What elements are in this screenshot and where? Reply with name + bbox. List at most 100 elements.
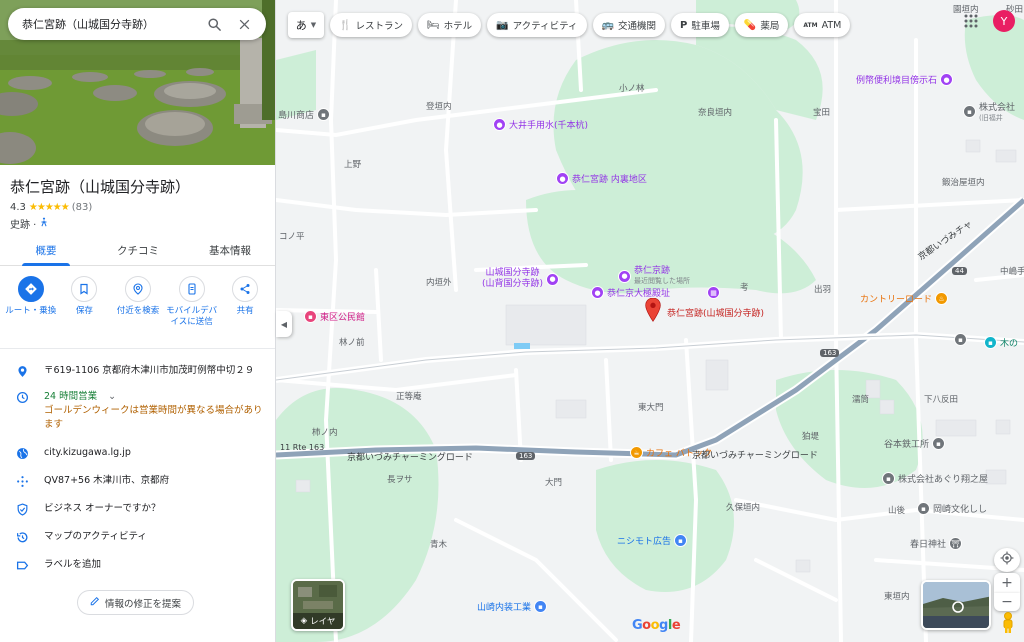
building-icon: ▪ bbox=[917, 502, 930, 515]
route-shield: 44 bbox=[952, 267, 967, 275]
chip-label: アクティビティ bbox=[512, 21, 578, 32]
zoom-in-button[interactable]: + bbox=[994, 573, 1020, 593]
poi-marker[interactable]: ▪ 木の bbox=[984, 336, 1018, 349]
poi-marker[interactable]: 例幣便利境目傍示石 ● bbox=[856, 73, 954, 86]
activity-row[interactable]: マップのアクティビティ bbox=[0, 530, 275, 544]
poi-marker[interactable]: ▪ bbox=[954, 333, 967, 346]
chip-label: ホテル bbox=[443, 21, 473, 32]
poi-label: 岡崎文化しし bbox=[933, 505, 988, 515]
search-icon[interactable] bbox=[202, 12, 226, 36]
location-pin-icon bbox=[0, 364, 44, 378]
hours-note: ゴールデンウィークは営業時間が異なる場合があります bbox=[44, 405, 263, 430]
area-label: 柿ノ内 bbox=[312, 428, 338, 438]
directions-button[interactable]: ルート・乗換 bbox=[4, 276, 58, 328]
plus-code-row[interactable]: QV87+56 木津川市、京都府 bbox=[0, 474, 275, 488]
selected-place-pin[interactable] bbox=[645, 297, 661, 325]
building-icon: ▪ bbox=[882, 472, 895, 485]
place-panel: 恭仁宮跡（山城国分寺跡） 恭仁宮跡（山城国分寺跡） 4.3 ★★★★★ (83)… bbox=[0, 0, 276, 642]
poi-label: 大井手用水(千本杭) bbox=[509, 121, 589, 131]
owner-text: ビジネス オーナーですか？ bbox=[44, 503, 161, 514]
poi-marker[interactable]: 島川商店 ▪ bbox=[278, 108, 331, 121]
rating-stars: ★★★★★ bbox=[28, 202, 70, 213]
chip-transit[interactable]: 🚌 交通機関 bbox=[592, 13, 665, 37]
pegman-icon[interactable] bbox=[998, 612, 1018, 634]
business-icon: ▪ bbox=[534, 600, 548, 613]
account-avatar[interactable]: Y bbox=[993, 10, 1015, 32]
suggest-edit-button[interactable]: 情報の修正を提案 bbox=[77, 590, 194, 615]
owner-row[interactable]: ビジネス オーナーですか？ bbox=[0, 502, 275, 516]
poi-marker[interactable]: 春日神社 ⛩ bbox=[910, 537, 963, 550]
poi-marker[interactable]: ニシモト広告 ▪ bbox=[617, 534, 688, 547]
website-row[interactable]: city.kizugawa.lg.jp bbox=[0, 446, 275, 460]
nearby-button[interactable]: 付近を検索 bbox=[111, 276, 165, 328]
input-method-button[interactable]: あ ▼ bbox=[288, 12, 324, 38]
shop-icon: ▪ bbox=[317, 108, 331, 121]
poi-marker[interactable]: カントリーロード ♨ bbox=[860, 292, 949, 305]
area-label: 山後 bbox=[888, 506, 906, 516]
poi-label: 株式会社 bbox=[979, 103, 1016, 113]
website-link[interactable]: city.kizugawa.lg.jp bbox=[44, 446, 275, 460]
chevron-down-icon: ▼ bbox=[310, 21, 317, 29]
share-button[interactable]: 共有 bbox=[218, 276, 272, 328]
area-label: コノ平 bbox=[279, 232, 305, 242]
poi-marker[interactable]: ▪ 東区公民館 bbox=[304, 310, 365, 323]
place-icon: ▪ bbox=[984, 336, 997, 349]
area-label: 長ヲサ bbox=[387, 475, 413, 485]
area-label: 出羽 bbox=[814, 285, 832, 295]
chip-pharmacy[interactable]: 💊 薬局 bbox=[734, 13, 789, 37]
poi-marker[interactable]: ▪ 岡崎文化しし bbox=[917, 502, 987, 515]
share-icon bbox=[232, 276, 259, 302]
address-row[interactable]: 〒619-1106 京都府木津川市加茂町例幣中切２９ bbox=[0, 364, 275, 378]
poi-label: ニシモト広告 bbox=[617, 537, 672, 547]
poi-marker[interactable]: 山崎内装工業 ▪ bbox=[477, 600, 548, 613]
rating-row[interactable]: 4.3 ★★★★★ (83) bbox=[10, 202, 92, 213]
search-input[interactable]: 恭仁宮跡（山城国分寺跡） bbox=[22, 16, 196, 32]
tab-about[interactable]: 基本情報 bbox=[184, 236, 275, 265]
shrine-icon: ⛩ bbox=[949, 537, 963, 550]
area-label: 鍛治屋垣内 bbox=[942, 178, 985, 188]
chip-atm[interactable]: ATM ATM bbox=[794, 13, 851, 37]
apps-grid-icon[interactable] bbox=[963, 13, 979, 29]
chevron-down-icon[interactable]: ⌄ bbox=[108, 391, 116, 402]
area-label: 狛堤 bbox=[802, 432, 820, 442]
my-location-button[interactable] bbox=[994, 548, 1020, 572]
crosshair-icon bbox=[1000, 551, 1014, 569]
send-to-phone-button[interactable]: モバイルデバイスに送信 bbox=[165, 276, 219, 328]
tab-reviews[interactable]: クチコミ bbox=[92, 236, 184, 265]
save-button[interactable]: 保存 bbox=[58, 276, 112, 328]
poi-marker[interactable]: 山城国分寺跡 (山背国分寺跡) ● bbox=[482, 268, 560, 290]
zoom-out-button[interactable]: − bbox=[994, 593, 1020, 611]
poi-marker[interactable]: ● 大井手用水(千本杭) bbox=[493, 118, 588, 131]
pencil-icon bbox=[90, 596, 100, 609]
poi-marker[interactable]: ● 恭仁京跡 最近閲覧した場所 bbox=[618, 266, 690, 286]
chip-activities[interactable]: 📷 アクティビティ bbox=[487, 13, 587, 37]
parking-icon: P bbox=[680, 19, 688, 31]
review-count[interactable]: (83) bbox=[72, 202, 93, 213]
poi-label: 木の bbox=[1000, 339, 1019, 349]
tab-overview[interactable]: 概要 bbox=[0, 236, 92, 266]
area-label: 東大門 bbox=[638, 403, 664, 413]
ime-label: あ bbox=[295, 19, 307, 32]
collapse-panel-button[interactable]: ◀ bbox=[276, 311, 292, 337]
chip-hotels[interactable]: 🛏 ホテル bbox=[417, 13, 482, 37]
poi-label: 島川商店 bbox=[278, 111, 315, 121]
poi-marker[interactable]: ▪ 株式会社あぐり翔之屋 bbox=[882, 472, 988, 485]
street-view-thumbnail bbox=[923, 582, 989, 628]
label-row[interactable]: ラベルを追加 bbox=[0, 558, 275, 572]
poi-marker[interactable]: 谷本鉄工所 ▪ bbox=[884, 437, 946, 450]
hours-row[interactable]: 24 時間営業 ⌄ ゴールデンウィークは営業時間が異なる場合があります bbox=[0, 390, 275, 432]
chip-label: レストラン bbox=[355, 21, 403, 32]
layers-button[interactable]: ◈ レイヤ bbox=[291, 579, 345, 631]
clock-icon bbox=[0, 390, 44, 404]
street-view-preview[interactable] bbox=[921, 580, 991, 630]
directions-icon bbox=[17, 276, 44, 302]
hours-text: 24 時間営業 bbox=[44, 391, 98, 402]
camera-icon: 📷 bbox=[496, 19, 509, 31]
poi-marker[interactable]: ▪ 株式会社 (旧福井 bbox=[963, 100, 1015, 123]
chip-restaurants[interactable]: 🍴 レストラン bbox=[330, 13, 412, 37]
close-icon[interactable] bbox=[232, 12, 256, 36]
museum-icon: ▦ bbox=[707, 286, 721, 299]
poi-marker[interactable]: ● 恭仁宮跡 内裏地区 bbox=[556, 172, 647, 185]
chip-parking[interactable]: P 駐車場 bbox=[671, 13, 729, 37]
search-box[interactable]: 恭仁宮跡（山城国分寺跡） bbox=[8, 8, 266, 40]
